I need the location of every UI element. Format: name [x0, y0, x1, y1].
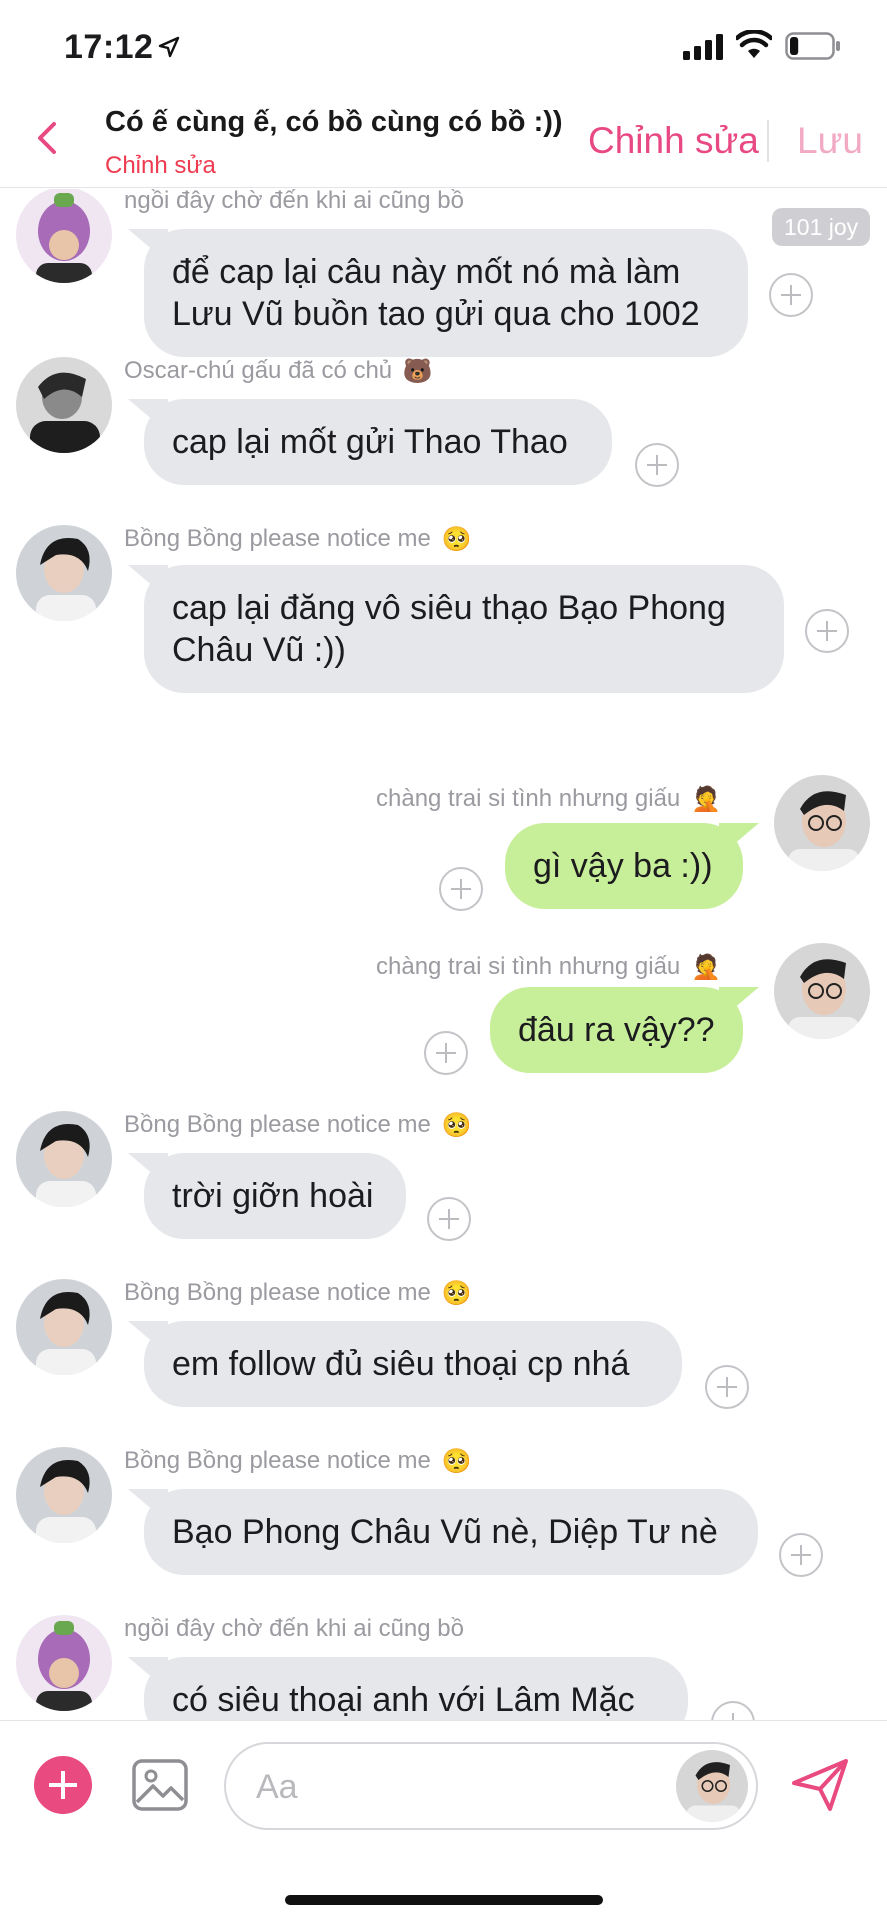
add-reaction-button[interactable] — [439, 867, 483, 911]
location-arrow-icon — [158, 36, 180, 58]
message-row: chàng trai si tình nhưng giấu 🤦 đâu ra v… — [0, 943, 887, 1083]
facepalm-emoji-icon: 🤦 — [690, 786, 721, 814]
message-row: chàng trai si tình nhưng giấu 🤦 gì vậy b… — [0, 775, 887, 915]
dark-hair-avatar[interactable] — [16, 525, 112, 621]
facepalm-emoji-icon: 🤦 — [690, 954, 721, 982]
sender-name-text: Bồng Bồng please notice me — [124, 1279, 431, 1306]
sender-name-text: Oscar-chú gấu đã có chủ — [124, 357, 393, 384]
message-bubble[interactable]: gì vậy ba :)) — [505, 823, 743, 909]
add-reaction-button[interactable] — [427, 1197, 471, 1241]
persona-avatar[interactable] — [676, 1750, 748, 1822]
message-bubble[interactable]: có siêu thoại anh với Lâm Mặc — [144, 1657, 688, 1720]
wifi-icon — [736, 30, 772, 58]
message-text-line: đâu ra vậy?? — [518, 1011, 715, 1049]
sender-name: Oscar-chú gấu đã có chủ 🐻 — [124, 357, 433, 386]
message-text-line: Châu Vũ :)) — [172, 631, 346, 669]
message-bubble[interactable]: đâu ra vậy?? — [490, 987, 743, 1073]
sender-name-text: chàng trai si tình nhưng giấu — [376, 785, 681, 812]
sender-name: chàng trai si tình nhưng giấu 🤦 — [376, 785, 721, 814]
sender-name: chàng trai si tình nhưng giấu 🤦 — [376, 953, 721, 982]
send-icon[interactable] — [790, 1757, 850, 1813]
chat-title: Có ế cùng ế, có bồ cùng có bồ :)) — [105, 106, 563, 138]
add-reaction-button[interactable] — [711, 1701, 755, 1720]
back-chevron-icon[interactable] — [34, 118, 60, 158]
message-list[interactable]: ngồi đây chờ đến khi ai cũng bồ 101 joy … — [0, 189, 887, 1720]
sender-name: Bồng Bồng please notice me 🥺 — [124, 525, 471, 554]
bear-emoji-icon: 🐻 — [402, 358, 433, 386]
message-row: ngồi đây chờ đến khi ai cũng bồ có siêu … — [0, 1615, 887, 1720]
message-bubble[interactable]: cap lại mốt gửi Thao Thao — [144, 399, 612, 485]
sender-name-text: Bồng Bồng please notice me — [124, 525, 431, 552]
message-text-line: Lưu Vũ buồn tao gửi qua cho 1002 — [172, 295, 700, 333]
message-text-line: có siêu thoại anh với Lâm Mặc — [172, 1681, 635, 1719]
message-text-line: Bạo Phong Châu Vũ nè, Diệp Tư nè — [172, 1513, 718, 1551]
chat-header: Có ế cùng ế, có bồ cùng có bồ :)) Chỉnh … — [0, 96, 887, 188]
add-reaction-button[interactable] — [635, 443, 679, 487]
cellular-signal-icon — [683, 34, 723, 60]
bw-portrait-avatar[interactable] — [16, 357, 112, 453]
pleading-face-emoji-icon: 🥺 — [441, 1448, 472, 1476]
add-reaction-button[interactable] — [705, 1365, 749, 1409]
message-text-line: cap lại đăng vô siêu thạo Bạo Phong — [172, 589, 726, 627]
image-icon[interactable] — [131, 1756, 189, 1814]
pleading-face-emoji-icon: 🥺 — [441, 1112, 472, 1140]
chat-subtitle-edit-link[interactable]: Chỉnh sửa — [105, 152, 216, 180]
message-input-container[interactable] — [224, 1742, 758, 1830]
message-row: Oscar-chú gấu đã có chủ 🐻 cap lại mốt gử… — [0, 357, 887, 497]
header-divider — [767, 120, 769, 162]
dark-hair-avatar[interactable] — [16, 1447, 112, 1543]
dark-hair-avatar[interactable] — [16, 1111, 112, 1207]
add-reaction-button[interactable] — [769, 273, 813, 317]
sender-name: Bồng Bồng please notice me 🥺 — [124, 1447, 471, 1476]
sender-name-text: chàng trai si tình nhưng giấu — [376, 953, 681, 980]
save-button[interactable]: Lưu — [797, 120, 863, 162]
message-text-line: để cap lại câu này mốt nó mà làm — [172, 253, 681, 291]
message-text-line: cap lại mốt gửi Thao Thao — [172, 423, 568, 461]
sender-name-text: Bồng Bồng please notice me — [124, 1111, 431, 1138]
pleading-face-emoji-icon: 🥺 — [441, 1280, 472, 1308]
pleading-face-emoji-icon: 🥺 — [441, 526, 472, 554]
add-reaction-button[interactable] — [805, 609, 849, 653]
add-reaction-button[interactable] — [779, 1533, 823, 1577]
message-row: Bồng Bồng please notice me 🥺 em follow đ… — [0, 1279, 887, 1419]
sender-name: Bồng Bồng please notice me 🥺 — [124, 1279, 471, 1308]
plus-icon[interactable] — [34, 1756, 92, 1814]
edit-button[interactable]: Chỉnh sửa — [588, 120, 759, 162]
message-text-line: gì vậy ba :)) — [533, 847, 713, 885]
dark-hair-avatar[interactable] — [16, 1279, 112, 1375]
message-row: Bồng Bồng please notice me 🥺 cap lại đăn… — [0, 525, 887, 705]
message-row: Bồng Bồng please notice me 🥺 Bạo Phong C… — [0, 1447, 887, 1587]
sender-name-text: Bồng Bồng please notice me — [124, 1447, 431, 1474]
status-bar: 17:12 — [0, 0, 887, 96]
eggplant-hat-avatar[interactable] — [16, 189, 112, 283]
message-text-line: em follow đủ siêu thoại cp nhá — [172, 1345, 630, 1383]
sender-name: ngồi đây chờ đến khi ai cũng bồ — [124, 1615, 464, 1642]
add-reaction-button[interactable] — [424, 1031, 468, 1075]
status-time: 17:12 — [64, 28, 154, 66]
message-row: ngồi đây chờ đến khi ai cũng bồ 101 joy … — [0, 189, 887, 357]
sender-name: Bồng Bồng please notice me 🥺 — [124, 1111, 471, 1140]
message-input[interactable] — [256, 1764, 636, 1810]
sender-name: ngồi đây chờ đến khi ai cũng bồ — [124, 189, 464, 214]
glasses-avatar[interactable] — [774, 775, 870, 871]
message-bubble[interactable]: để cap lại câu này mốt nó mà làm Lưu Vũ … — [144, 229, 748, 357]
glasses-avatar[interactable] — [774, 943, 870, 1039]
message-text-line: trời giỡn hoài — [172, 1177, 374, 1215]
message-bubble[interactable]: trời giỡn hoài — [144, 1153, 406, 1239]
eggplant-hat-avatar[interactable] — [16, 1615, 112, 1711]
battery-icon — [785, 32, 840, 60]
home-indicator[interactable] — [285, 1895, 603, 1905]
message-bubble[interactable]: Bạo Phong Châu Vũ nè, Diệp Tư nè — [144, 1489, 758, 1575]
message-bubble[interactable]: em follow đủ siêu thoại cp nhá — [144, 1321, 682, 1407]
message-composer — [0, 1720, 887, 1920]
message-bubble[interactable]: cap lại đăng vô siêu thạo Bạo Phong Châu… — [144, 565, 784, 693]
reaction-count-badge[interactable]: 101 joy — [772, 208, 871, 246]
message-row: Bồng Bồng please notice me 🥺 trời giỡn h… — [0, 1111, 887, 1251]
